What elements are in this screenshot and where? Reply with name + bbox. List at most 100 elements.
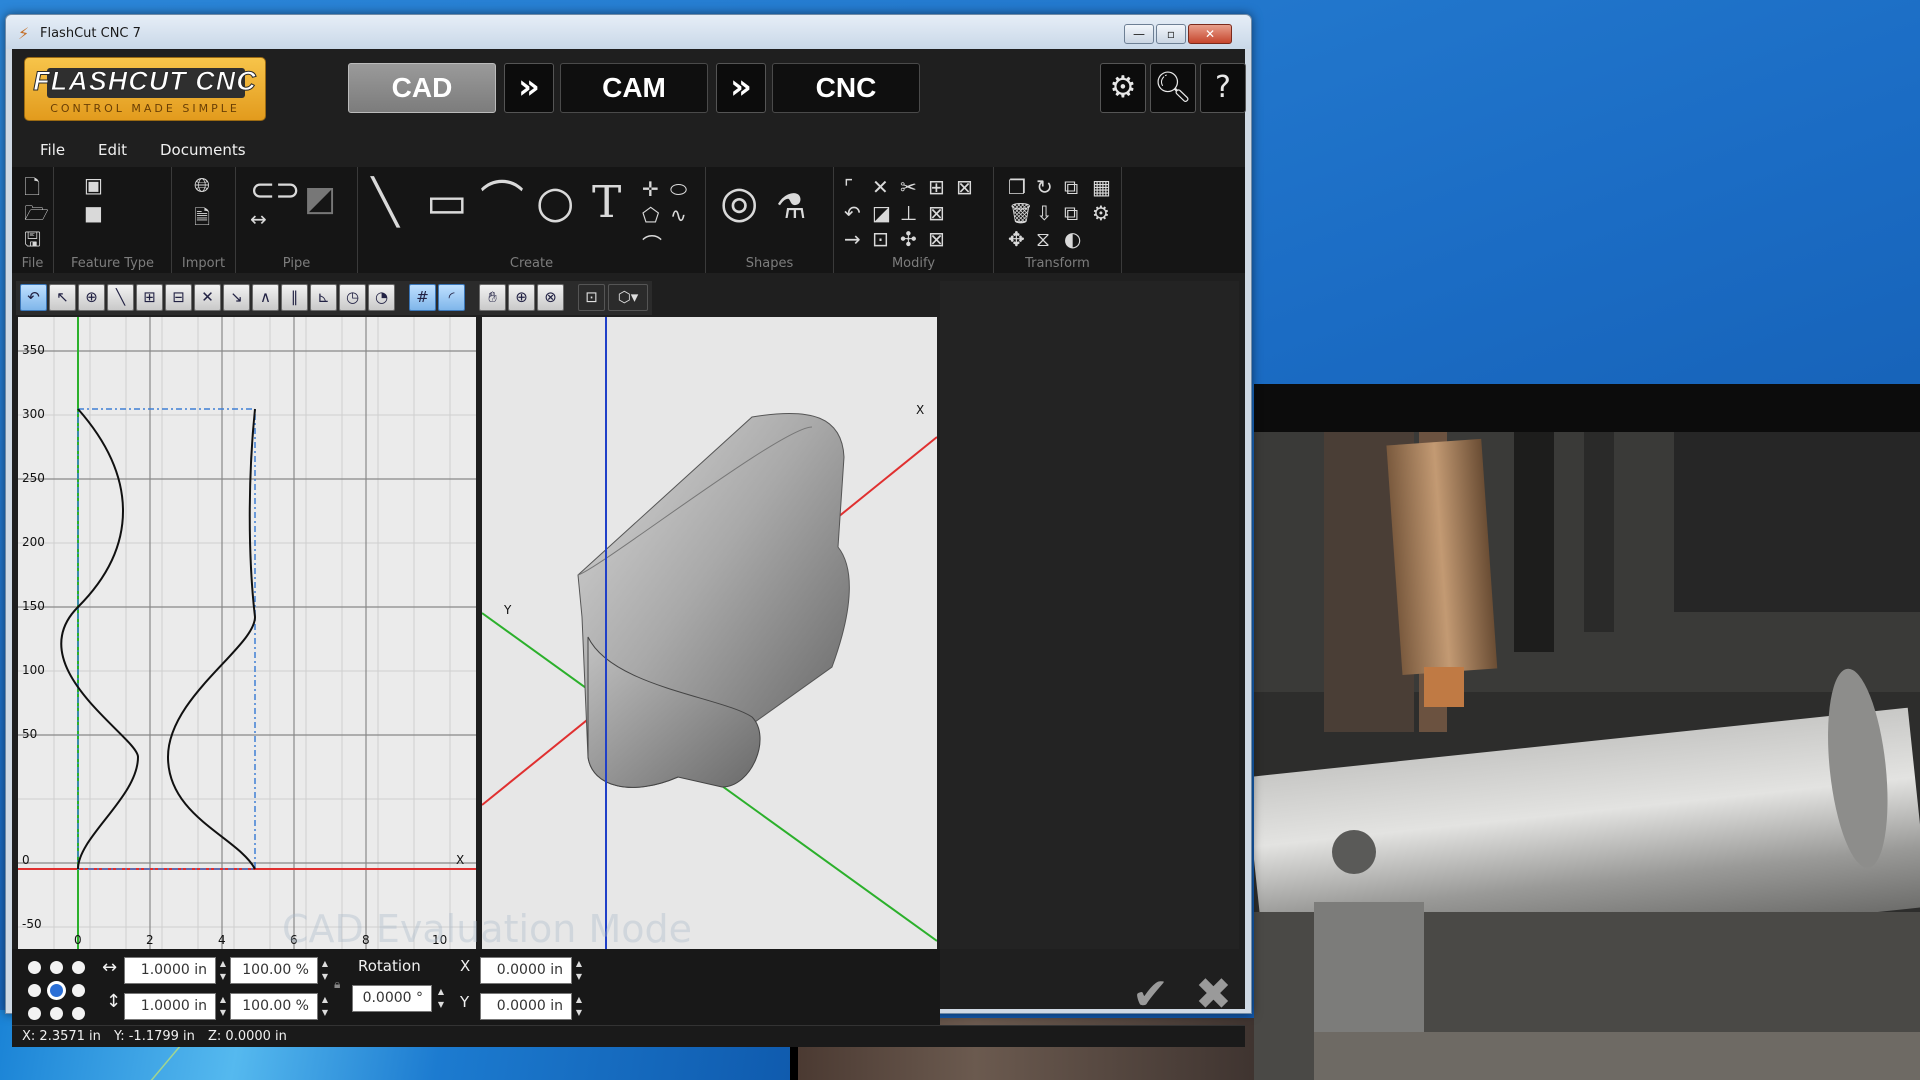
height-input[interactable]: 1.0000 in	[124, 993, 216, 1020]
text-tool-icon[interactable]: T	[592, 181, 621, 225]
pan-hand-icon[interactable]: ✋︎	[479, 284, 506, 311]
y-position-input[interactable]: 0.0000 in	[480, 993, 572, 1020]
chamfer-icon[interactable]: ◪	[872, 201, 891, 225]
view-cube-dropdown-icon[interactable]: ⬡▾	[608, 284, 648, 311]
scale-box-icon[interactable]: ⊡	[872, 227, 889, 251]
anchor-dot[interactable]	[50, 1007, 63, 1020]
width-percent-spinner-icon[interactable]: ▲ ▼	[318, 957, 332, 984]
import-globe-icon[interactable]: 🌐︎	[194, 173, 210, 197]
mode-cam-button[interactable]: CAM	[560, 63, 708, 113]
apply-check-icon[interactable]: ✔	[1132, 969, 1169, 1020]
pipe-icon[interactable]: ⊂⊃	[250, 173, 300, 208]
snap-midpoint-icon[interactable]: ⊟	[165, 284, 192, 311]
lock-aspect-icon[interactable]: 🔒︎	[334, 977, 340, 992]
cad-2d-view[interactable]: 350 300 250 200 150 100 50 0 -50 0 2 4 6…	[18, 317, 476, 949]
arc-tool-icon[interactable]: ⌒	[480, 181, 524, 225]
y-spinner-icon[interactable]: ▲ ▼	[572, 993, 586, 1020]
overlap-icon[interactable]: ⧉	[1064, 201, 1078, 225]
zoom-in-icon[interactable]: ⊕	[508, 284, 535, 311]
snap-arc-icon[interactable]: ↶	[20, 284, 47, 311]
pipe-width-icon[interactable]: ↔	[250, 207, 267, 231]
menu-edit[interactable]: Edit	[98, 141, 127, 159]
circle-tool-icon[interactable]: ○	[536, 181, 574, 225]
snap-angle-icon[interactable]: ∧	[252, 284, 279, 311]
width-spinner-icon[interactable]: ▲ ▼	[216, 957, 230, 984]
maximize-button[interactable]: ▫	[1156, 24, 1186, 44]
break-icon[interactable]: ✂	[900, 175, 917, 199]
settings-gear-icon[interactable]: ⚙	[1100, 63, 1146, 113]
snap-intersect-icon[interactable]: ✕	[194, 284, 221, 311]
explode-icon[interactable]: ⊠	[928, 227, 945, 251]
snap-tangent-icon[interactable]: ◔	[368, 284, 395, 311]
feature-solid-icon[interactable]: ■	[84, 201, 103, 225]
zoom-extents-icon[interactable]: ⊗	[537, 284, 564, 311]
delete-icon[interactable]: 🗑︎	[1008, 201, 1033, 225]
anchor-dot[interactable]	[28, 961, 41, 974]
rotation-spinner-icon[interactable]: ▲ ▼	[434, 985, 448, 1012]
anchor-dot-selected[interactable]	[50, 984, 63, 997]
snap-endpoint-icon[interactable]: ↖	[49, 284, 76, 311]
point-tool-icon[interactable]: ✛	[642, 177, 659, 201]
x-position-input[interactable]: 0.0000 in	[480, 957, 572, 984]
x-spinner-icon[interactable]: ▲ ▼	[572, 957, 586, 984]
reverse-icon[interactable]: ⇩	[1036, 201, 1053, 225]
split-icon[interactable]: ⊠	[928, 201, 945, 225]
cancel-x-icon[interactable]: ✖	[1195, 969, 1232, 1020]
ellipse-tool-icon[interactable]: ⬭	[670, 177, 687, 201]
width-input[interactable]: 1.0000 in	[124, 957, 216, 984]
ortho-toggle-icon[interactable]: ◜	[438, 284, 465, 311]
height-percent-spinner-icon[interactable]: ▲ ▼	[318, 993, 332, 1020]
anchor-dot[interactable]	[72, 961, 85, 974]
snap-grid-icon[interactable]: ⊞	[136, 284, 163, 311]
shapes-library-icon[interactable]: ⚗	[776, 187, 806, 227]
search-key-icon[interactable]: 🔍︎	[1150, 63, 1196, 113]
rotate-icon[interactable]: ↻	[1036, 175, 1053, 199]
flip-icon[interactable]: ◐	[1064, 227, 1081, 251]
join-icon[interactable]: ⊠	[956, 175, 973, 199]
snap-perpendicular-icon[interactable]: ⊾	[310, 284, 337, 311]
spline-tool-icon[interactable]: ∿	[670, 203, 687, 227]
shapes-ring-icon[interactable]: ◎	[720, 181, 758, 225]
align-icon[interactable]: ⊥	[900, 201, 917, 225]
mode-cnc-button[interactable]: CNC	[772, 63, 920, 113]
width-percent-input[interactable]: 100.00 %	[230, 957, 318, 984]
help-icon[interactable]: ?	[1200, 63, 1246, 113]
mode-cad-button[interactable]: CAD	[348, 63, 496, 113]
move-icon[interactable]: ✥	[1008, 227, 1025, 251]
anchor-dot[interactable]	[50, 961, 63, 974]
snap-center-icon[interactable]: ⊕	[78, 284, 105, 311]
save-icon[interactable]: 🖫	[24, 225, 41, 259]
feature-outline-icon[interactable]: ▣	[84, 173, 103, 197]
menu-file[interactable]: File	[40, 141, 65, 159]
minimize-button[interactable]: —	[1124, 24, 1154, 44]
height-spinner-icon[interactable]: ▲ ▼	[216, 993, 230, 1020]
menu-documents[interactable]: Documents	[160, 141, 246, 159]
anchor-dot[interactable]	[28, 1007, 41, 1020]
mirror-icon[interactable]: ⧖	[1036, 227, 1050, 251]
fillet-icon[interactable]: ⌜	[844, 175, 853, 199]
polygon-tool-icon[interactable]: ⬠	[642, 203, 659, 227]
anchor-dot[interactable]	[72, 1007, 85, 1020]
zoom-fit-icon[interactable]: ⊡	[578, 284, 605, 311]
snap-nearest-icon[interactable]: ↘	[223, 284, 250, 311]
cad-3d-view[interactable]: X Y	[482, 317, 937, 949]
rotation-input[interactable]: 0.0000 °	[352, 985, 432, 1012]
move-point-icon[interactable]: →	[844, 227, 861, 251]
trim-icon[interactable]: ✕	[872, 175, 889, 199]
grid-toggle-icon[interactable]: #	[409, 284, 436, 311]
snap-parallel-icon[interactable]: ∥	[281, 284, 308, 311]
curve-tool-icon[interactable]: ⌒	[642, 229, 662, 258]
copy-icon[interactable]: ❐	[1008, 175, 1026, 199]
snap-quadrant-icon[interactable]: ◷	[339, 284, 366, 311]
snap-line-icon[interactable]: ╲	[107, 284, 134, 311]
extend-icon[interactable]: ⊞	[928, 175, 945, 199]
height-percent-input[interactable]: 100.00 %	[230, 993, 318, 1020]
reposition-icon[interactable]: ✣	[900, 227, 917, 251]
close-button[interactable]: ✕	[1188, 24, 1232, 44]
import-file-icon[interactable]: 🗎	[194, 203, 210, 237]
duplicate-icon[interactable]: ⧉	[1064, 175, 1078, 199]
offset-icon[interactable]: ↶	[844, 201, 861, 225]
title-bar[interactable]: ⚡ FlashCut CNC 7 — ▫ ✕	[6, 15, 1251, 49]
array-icon[interactable]: ▦	[1092, 175, 1111, 199]
anchor-point-grid[interactable]	[24, 957, 96, 1027]
